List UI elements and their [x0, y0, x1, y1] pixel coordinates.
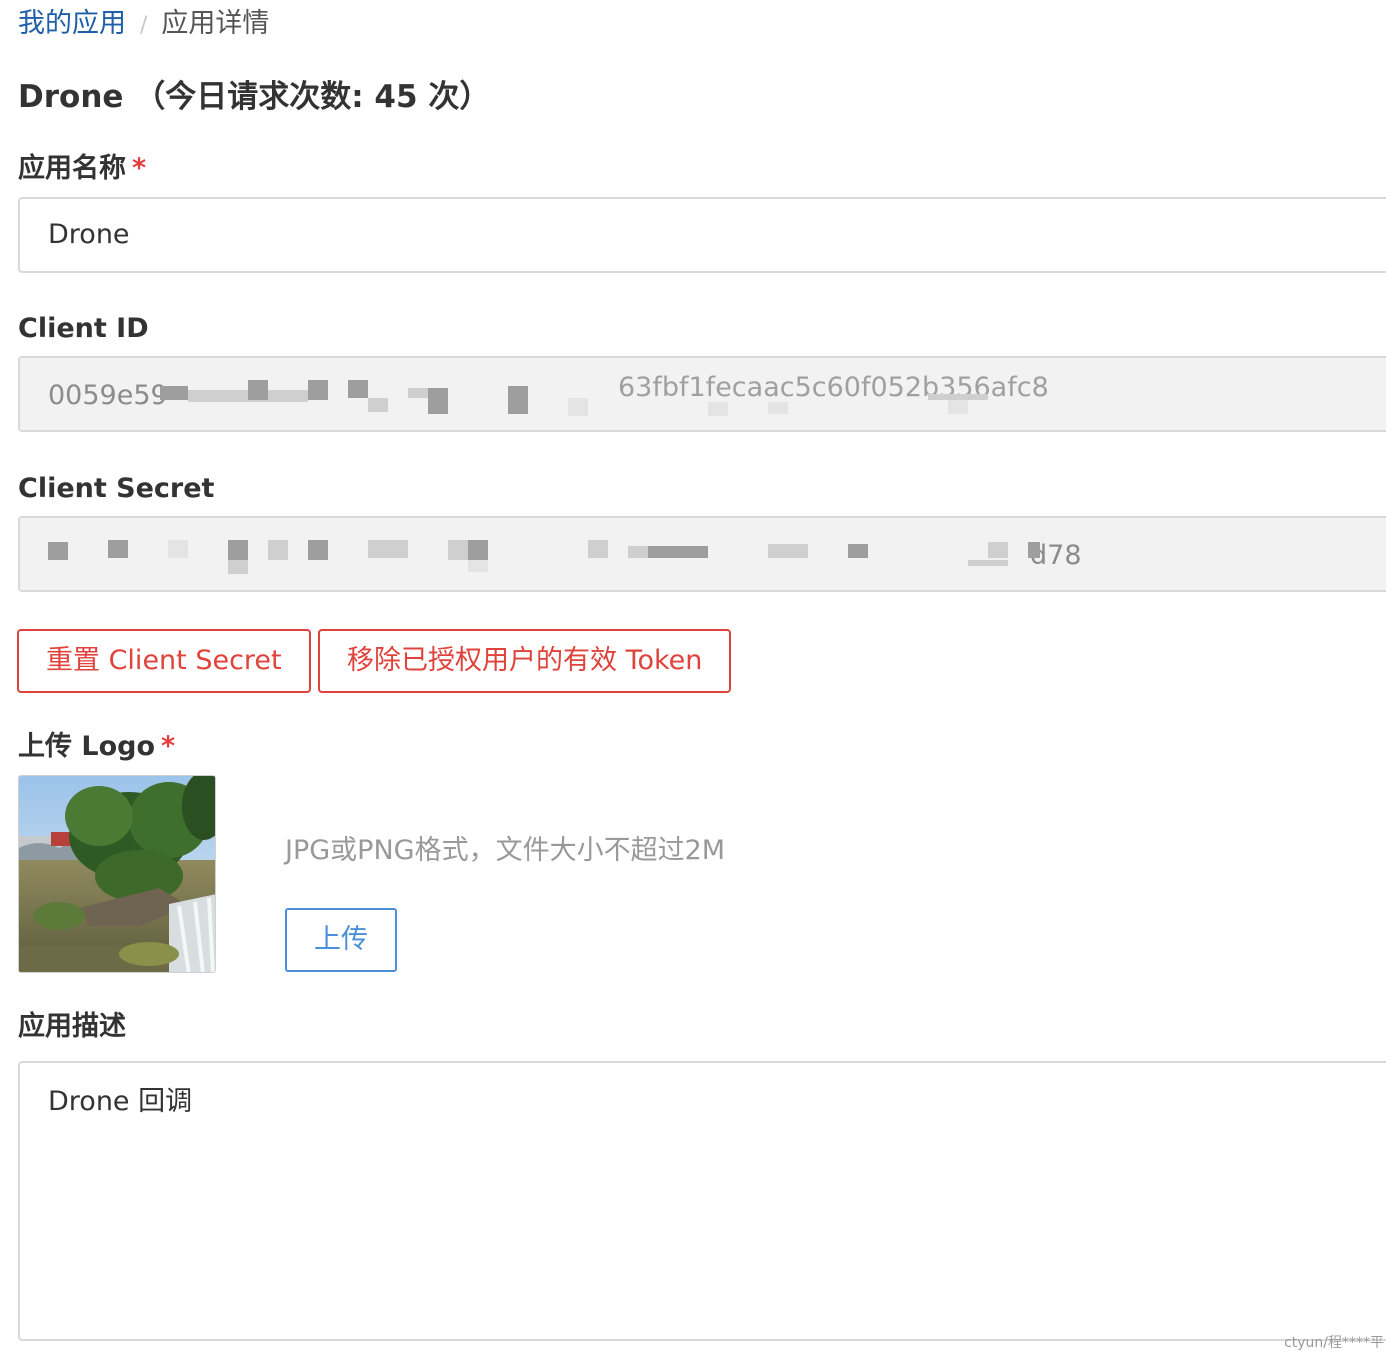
client-secret-field[interactable]: d78: [18, 516, 1386, 592]
logo-label: 上传 Logo *: [18, 729, 175, 765]
revoke-tokens-button[interactable]: 移除已授权用户的有效 Token: [318, 629, 732, 693]
breadcrumb-my-apps-link[interactable]: 我的应用: [18, 8, 126, 39]
breadcrumb-separator: /: [140, 13, 148, 38]
breadcrumb-current: 应用详情: [161, 8, 270, 39]
client-secret-label: Client Secret: [18, 473, 215, 504]
page-title: Drone （今日请求次数: 45 次）: [18, 79, 491, 115]
reset-client-secret-button[interactable]: 重置 Client Secret: [17, 629, 311, 693]
description-label: 应用描述: [18, 1011, 126, 1042]
logo-upload-hint: JPG或PNG格式，文件大小不超过2M: [285, 835, 726, 866]
description-textarea[interactable]: Drone 回调: [18, 1061, 1386, 1341]
description-value: Drone 回调: [48, 1086, 193, 1117]
app-name-value: Drone: [48, 219, 130, 250]
required-mark: *: [161, 731, 176, 762]
logo-preview-image: [18, 775, 216, 973]
app-name-label: 应用名称 *: [18, 151, 146, 187]
watermark: ctyun/程****平: [1284, 1335, 1384, 1351]
client-id-field[interactable]: 0059e59 63fbf1fecaac5c60f052b356afc8: [18, 356, 1386, 432]
app-name-label-text: 应用名称: [18, 153, 126, 184]
client-id-visible-start: 0059e59: [48, 380, 168, 411]
breadcrumb: 我的应用 / 应用详情: [18, 4, 269, 46]
logo-label-text: 上传 Logo: [18, 731, 156, 762]
app-name-input[interactable]: Drone: [18, 197, 1386, 273]
client-id-label: Client ID: [18, 313, 149, 344]
required-mark: *: [132, 153, 147, 184]
client-id-visible-end: 63fbf1fecaac5c60f052b356afc8: [618, 372, 1049, 403]
upload-button[interactable]: 上传: [285, 908, 397, 972]
